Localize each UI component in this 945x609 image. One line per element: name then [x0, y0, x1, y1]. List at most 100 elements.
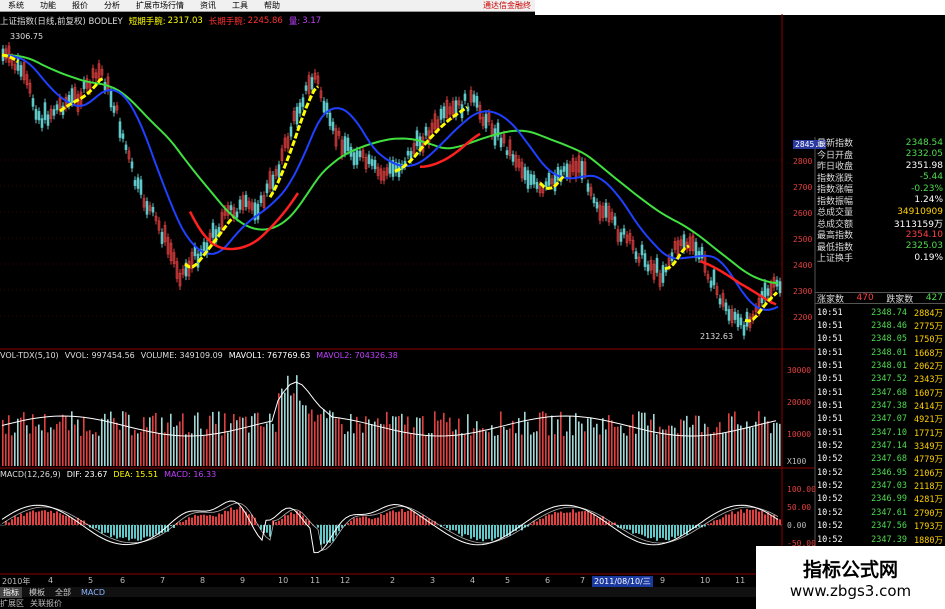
volume-bar	[620, 425, 622, 466]
macd-histogram-bar	[590, 513, 592, 525]
candle-body	[526, 170, 530, 189]
candle-body	[145, 201, 149, 215]
tab-indicator[interactable]: 指标	[0, 586, 22, 598]
macd-histogram-bar	[356, 517, 358, 525]
date-tick: 5	[88, 576, 94, 585]
volume-bar	[392, 416, 394, 466]
volume-bar	[449, 417, 451, 466]
candle-body	[643, 253, 647, 267]
candle-body	[16, 56, 20, 71]
date-tick: 4	[470, 576, 476, 585]
macd-histogram-bar	[122, 525, 124, 538]
macd-histogram-bar	[638, 525, 640, 534]
tick-row: 10:52 2347.14 3349万	[815, 439, 945, 452]
volume-bar	[617, 426, 619, 466]
macd-histogram-bar	[665, 525, 667, 540]
candle-body	[19, 65, 23, 77]
macd-histogram-bar	[386, 512, 388, 525]
volume-bar	[743, 429, 745, 466]
date-tick: 9	[240, 576, 246, 585]
macd-histogram-bar	[569, 512, 571, 525]
candle-body	[133, 180, 137, 186]
date-tick: 4	[48, 576, 54, 585]
volume-bar	[14, 432, 16, 466]
macd-histogram-bar	[368, 518, 370, 525]
macd-histogram-bar	[755, 509, 757, 525]
price-axis-label: 2800	[793, 157, 813, 166]
candle-body	[622, 228, 626, 235]
volume-bar	[614, 427, 616, 466]
candle-body	[328, 112, 332, 127]
macd-histogram-bar	[746, 508, 748, 525]
quote-label: 上证换手	[817, 254, 854, 265]
macd-histogram-bar	[275, 522, 277, 525]
candle-body	[739, 317, 743, 326]
volume-bar	[731, 416, 733, 466]
volume-bar	[356, 416, 358, 466]
volume-bar	[632, 414, 634, 466]
volume-bar	[452, 431, 454, 466]
vol-axis-label: 20000	[787, 398, 812, 407]
tab-all[interactable]: 全部	[52, 587, 74, 598]
macd-histogram-bar	[8, 522, 10, 525]
volume-bar	[644, 412, 646, 466]
macd-histogram-bar	[17, 516, 19, 525]
volume-bar	[62, 414, 64, 466]
macd-histogram-bar	[497, 525, 499, 538]
vol-vvol: VVOL: 997454.56	[64, 351, 135, 360]
volume-bar	[86, 431, 88, 466]
tick-price: 2347.10	[871, 427, 907, 438]
macd-histogram-bar	[41, 510, 43, 525]
tab-related-quote[interactable]: 关联报价	[30, 598, 62, 609]
tick-time: 10:51	[817, 334, 843, 345]
volume-bar	[263, 426, 265, 466]
volume-bar	[398, 416, 400, 466]
macd-histogram-bar	[47, 511, 49, 525]
macd-histogram-bar	[461, 525, 463, 537]
volume-bar	[311, 409, 313, 466]
macd-histogram-bar	[752, 509, 754, 525]
volume-bar	[707, 426, 709, 466]
volume-bar	[56, 424, 58, 466]
candle-body	[298, 102, 302, 114]
candle-body	[358, 150, 362, 158]
candle-body	[484, 113, 488, 129]
volume-bar	[419, 418, 421, 466]
candle-body	[109, 90, 113, 108]
volume-bar	[140, 431, 142, 466]
candle-body	[130, 161, 134, 169]
macd-histogram-bar	[485, 525, 487, 540]
macd-histogram-bar	[137, 525, 139, 541]
tick-volume: 4921万	[914, 415, 943, 426]
tick-price: 2347.03	[871, 481, 907, 492]
chart-canvas[interactable]	[0, 0, 945, 609]
volume-bar	[362, 432, 364, 466]
tab-extension-area[interactable]: 扩展区	[0, 598, 24, 609]
tick-row: 10:52 2347.68 4779万	[815, 453, 945, 466]
macd-histogram-bar	[779, 519, 781, 525]
volume-bar	[158, 433, 160, 466]
volume-bar	[110, 411, 112, 466]
macd-dea-line	[1, 502, 779, 551]
volume-bar	[290, 395, 292, 466]
tick-row: 10:51 2348.01 1668万	[815, 346, 945, 359]
date-tick: 2	[390, 576, 396, 585]
macd-histogram-bar	[146, 525, 148, 537]
volume-bar	[185, 434, 187, 466]
tab-template[interactable]: 模板	[26, 587, 48, 598]
macd-histogram-bar	[731, 511, 733, 525]
candle-body	[271, 174, 275, 190]
macd-histogram-bar	[14, 516, 16, 525]
volume-bar	[773, 422, 775, 466]
volume-bar	[17, 418, 19, 466]
candle-body	[301, 97, 305, 107]
volume-bar	[239, 416, 241, 466]
volume-bar	[149, 417, 151, 466]
candle-body	[46, 114, 50, 126]
volume-bar	[494, 435, 496, 466]
macd-histogram-bar	[584, 511, 586, 525]
macd-histogram-bar	[98, 525, 100, 530]
macd-histogram-bar	[587, 511, 589, 525]
price-axis-label: 2700	[793, 183, 813, 192]
tab-macd[interactable]: MACD	[78, 588, 108, 597]
